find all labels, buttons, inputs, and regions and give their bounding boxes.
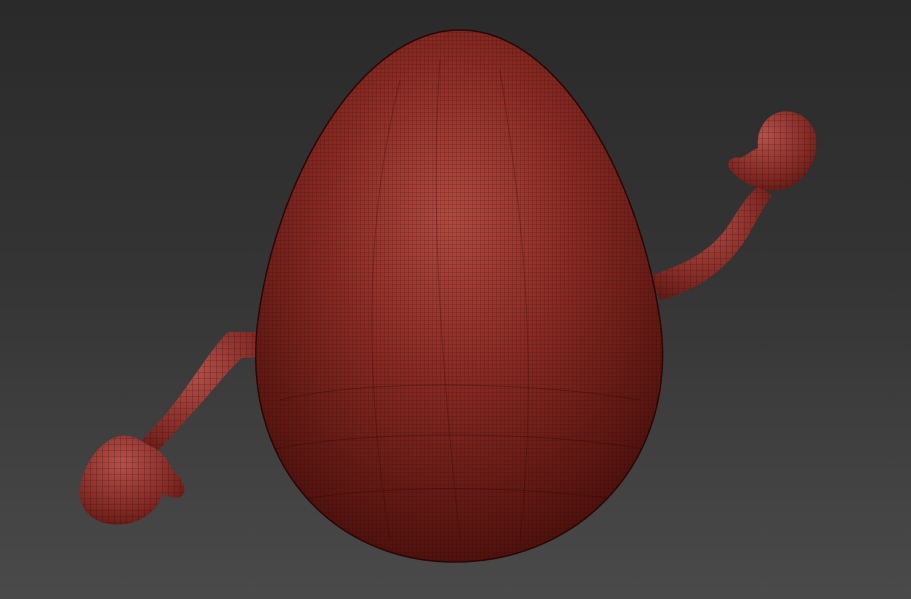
- 3d-viewport[interactable]: [0, 0, 911, 599]
- egg-body[interactable]: [240, 20, 680, 580]
- left-hand[interactable]: [79, 435, 185, 525]
- model-render[interactable]: [0, 0, 911, 599]
- right-arm[interactable]: [650, 186, 772, 300]
- right-hand[interactable]: [728, 111, 817, 191]
- left-arm[interactable]: [134, 332, 276, 458]
